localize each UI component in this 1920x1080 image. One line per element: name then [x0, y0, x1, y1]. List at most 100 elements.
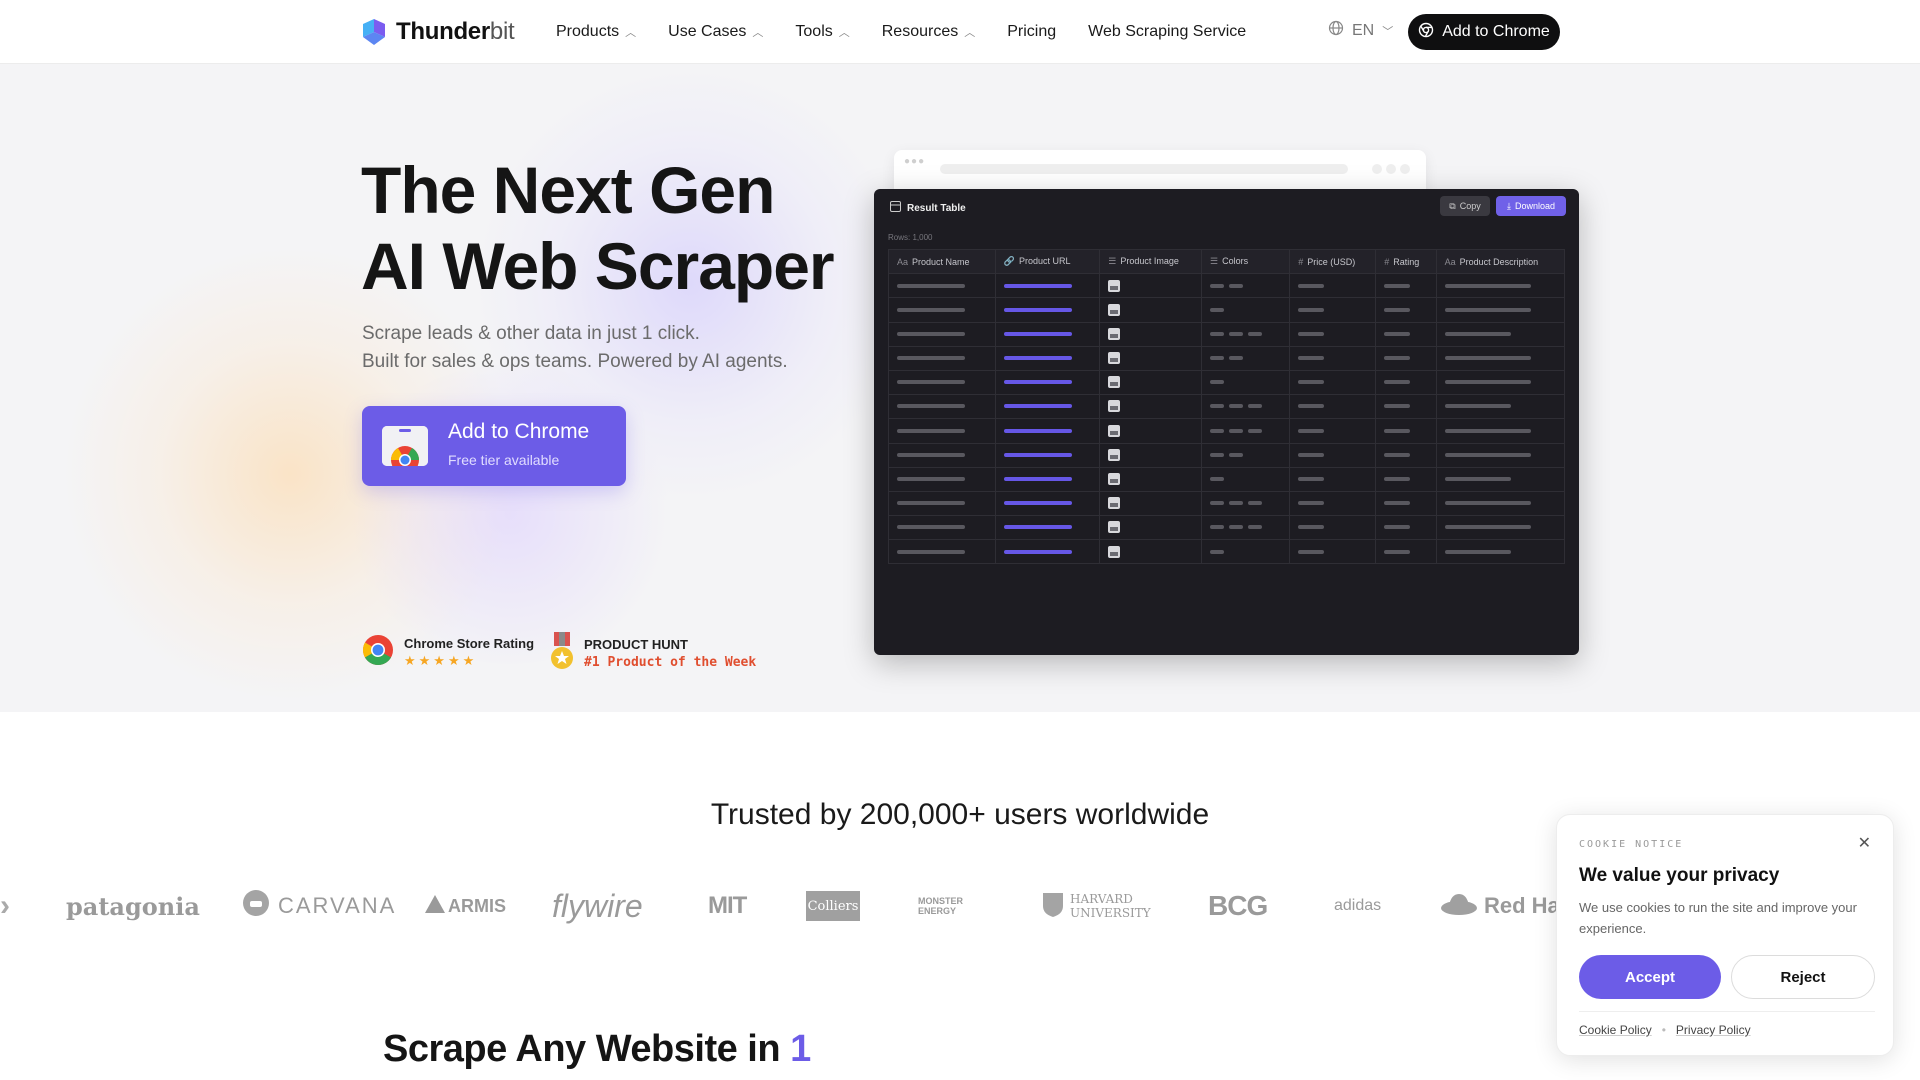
table-cell — [1200, 297, 1291, 323]
download-button[interactable]: ⤓ Download — [1496, 196, 1566, 216]
privacy-policy-link[interactable]: Privacy Policy — [1676, 1023, 1751, 1037]
table-cell — [994, 418, 1101, 444]
chevron-down-icon: ﹀ — [1382, 25, 1394, 38]
column-type-icon: ☰ — [1210, 256, 1219, 267]
column-type-icon: 🔗 — [1003, 256, 1016, 267]
address-bar — [940, 164, 1348, 174]
nav-add-to-chrome-button[interactable]: Add to Chrome — [1408, 14, 1560, 50]
table-cell — [1200, 394, 1291, 420]
chrome-logo-icon — [362, 634, 394, 671]
table-cell — [888, 297, 996, 323]
chevron-up-icon: ︿ — [752, 27, 764, 39]
table-cell — [888, 490, 996, 517]
product-thumbnail — [1108, 424, 1121, 437]
table-cell — [1375, 297, 1437, 323]
table-cell — [1099, 490, 1202, 517]
nav-tools[interactable]: Tools ︿ — [795, 23, 849, 41]
table-cell — [1200, 321, 1291, 347]
copy-button[interactable]: ⧉ Copy — [1440, 196, 1490, 216]
table-cell — [1435, 345, 1566, 371]
red-hat-icon — [1440, 890, 1478, 922]
table-cell — [1289, 490, 1377, 517]
star-rating: ★★★★★ — [404, 653, 478, 668]
table-row — [888, 394, 1566, 420]
nav-products[interactable]: Products ︿ — [556, 23, 636, 41]
reject-button[interactable]: Reject — [1731, 955, 1875, 999]
table-cell — [1375, 369, 1437, 396]
column-header: Aa Product Name — [888, 248, 996, 275]
table-cell — [1375, 321, 1437, 347]
table-cell — [888, 442, 996, 468]
logo-patagonia: patagonia — [66, 891, 200, 921]
column-header: ☰ Product Image — [1099, 248, 1202, 275]
product-thumbnail — [1108, 473, 1121, 486]
nav-cta-label: Add to Chrome — [1442, 23, 1550, 40]
table-cell — [1289, 369, 1377, 396]
chevron-up-icon: ︿ — [964, 27, 976, 39]
harvard-shield-icon — [1042, 892, 1064, 921]
logo[interactable]: Thunderbit — [360, 18, 515, 46]
table-cell — [1375, 442, 1437, 468]
accept-button[interactable]: Accept — [1579, 955, 1721, 999]
table-cell — [1200, 273, 1291, 299]
result-table: Aa Product Name 🔗 Product URL ☰ Product Image… — [888, 248, 1566, 565]
language-label: EN — [1352, 21, 1375, 39]
product-thumbnail — [1108, 279, 1121, 292]
table-cell — [1200, 490, 1291, 517]
product-thumbnail — [1108, 521, 1121, 534]
language-selector[interactable]: EN ﹀ — [1328, 20, 1393, 41]
table-cell — [888, 466, 996, 492]
table-cell — [1289, 442, 1377, 468]
table-row — [888, 369, 1566, 396]
nav-use-cases[interactable]: Use Cases ︿ — [668, 23, 763, 41]
table-cell — [1289, 394, 1377, 420]
cookie-title: We value your privacy — [1579, 865, 1780, 886]
globe-icon — [1328, 20, 1344, 41]
table-cell — [1289, 297, 1377, 323]
table-row — [888, 515, 1566, 541]
product-thumbnail — [1108, 448, 1121, 461]
table-cell — [1099, 369, 1202, 396]
table-cell — [1375, 515, 1437, 541]
table-cell — [1375, 539, 1437, 565]
column-header: ☰ Colors — [1200, 248, 1291, 275]
table-cell — [994, 466, 1101, 492]
nav-resources[interactable]: Resources ︿ — [882, 23, 975, 41]
table-cell — [1289, 273, 1377, 299]
logo-colliers: Colliers — [806, 884, 860, 928]
table-cell — [1435, 466, 1566, 492]
chrome-store-rating-badge: Chrome Store Rating ★★★★★ — [362, 634, 534, 671]
close-icon[interactable]: ✕ — [1858, 833, 1871, 853]
table-cell — [1435, 273, 1566, 299]
table-cell — [1200, 539, 1291, 565]
table-row — [888, 273, 1566, 299]
table-cell — [1200, 442, 1291, 468]
hero-section: The Next Gen AI Web Scraper Scrape leads… — [0, 64, 1920, 712]
nav-web-scraping-service[interactable]: Web Scraping Service — [1088, 23, 1246, 41]
cookie-policy-link[interactable]: Cookie Policy — [1579, 1023, 1652, 1037]
table-cell — [1200, 369, 1291, 396]
product-thumbnail — [1108, 352, 1121, 365]
table-cell — [1099, 321, 1202, 347]
cta-subtitle: Free tier available — [448, 452, 560, 468]
table-row — [888, 321, 1566, 347]
nav-pricing[interactable]: Pricing — [1007, 23, 1056, 41]
logo-text: Thunderbit — [396, 18, 515, 45]
table-cell — [1099, 273, 1202, 299]
table-cell — [1099, 345, 1202, 371]
separator-dot: • — [1661, 1023, 1666, 1037]
hero-add-to-chrome-button[interactable]: Add to Chrome Free tier available — [362, 406, 626, 486]
copy-icon: ⧉ — [1449, 200, 1456, 211]
nav-links: Products ︿ Use Cases ︿ Tools ︿ Resources ︿ P… — [556, 0, 1246, 64]
table-row — [888, 466, 1566, 492]
result-table-panel: Result Table ⧉ Copy ⤓ Download Rows: 1,000… — [874, 189, 1579, 655]
table-row — [888, 442, 1566, 468]
browser-buttons — [1372, 164, 1410, 174]
table-cell — [994, 515, 1101, 541]
table-cell — [888, 418, 996, 444]
hero-title: The Next Gen AI Web Scraper — [361, 153, 835, 303]
table-cell — [888, 345, 996, 371]
table-cell — [994, 394, 1101, 420]
partial-logo-icon: › — [0, 889, 10, 922]
logo-armis: ARMIS — [424, 884, 506, 928]
